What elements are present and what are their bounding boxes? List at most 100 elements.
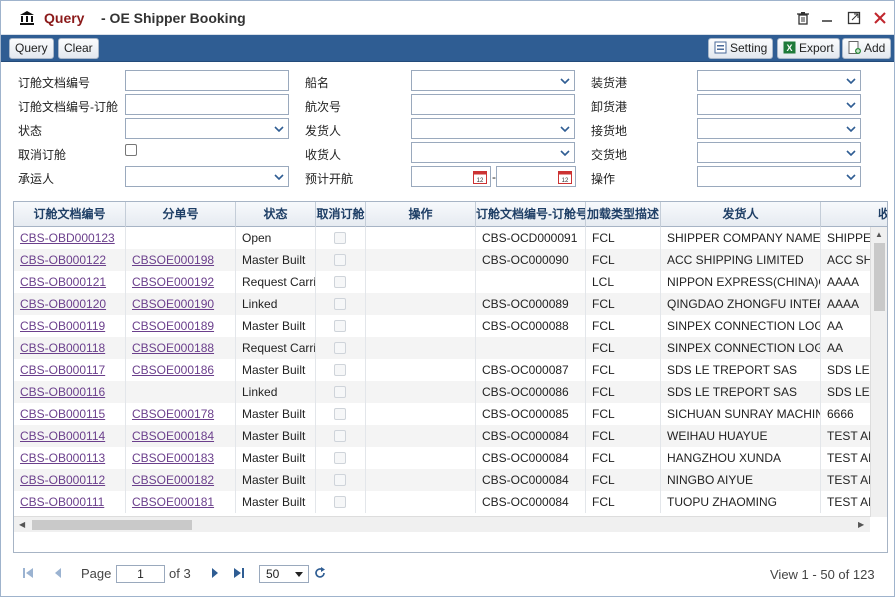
table-cell — [366, 403, 476, 425]
calendar-icon[interactable]: 12 — [558, 170, 572, 184]
scroll-thumb[interactable] — [874, 243, 885, 311]
table-row[interactable]: CBS-OB000120 CBSOE000190 Linked CBS-OC00008… — [14, 293, 887, 315]
hbl-link[interactable]: CBSOE000198 — [126, 249, 236, 271]
carrier-select[interactable] — [125, 166, 289, 187]
voyage-input[interactable] — [411, 94, 575, 115]
chevron-down-icon — [556, 143, 574, 162]
column-header[interactable]: 订舱文档编号-订舱号 — [476, 202, 586, 227]
booking-doc-link[interactable]: CBS-OB000116 — [14, 381, 126, 403]
hbl-link[interactable]: CBSOE000182 — [126, 469, 236, 491]
hbl-link[interactable]: CBSOE000190 — [126, 293, 236, 315]
hbl-link[interactable]: CBSOE000178 — [126, 403, 236, 425]
booking-doc-link[interactable]: CBS-OB000114 — [14, 425, 126, 447]
scroll-thumb[interactable] — [32, 520, 192, 530]
page-size-select[interactable]: 50 — [259, 565, 309, 583]
booking-doc-link[interactable]: CBS-OB000121 — [14, 271, 126, 293]
hbl-link[interactable]: CBSOE000186 — [126, 359, 236, 381]
column-header[interactable]: 加载类型描述 — [586, 202, 661, 227]
consignee-select[interactable] — [411, 142, 575, 163]
table-cell: Linked — [236, 293, 316, 315]
shipper-select[interactable] — [411, 118, 575, 139]
column-header[interactable]: 操作 — [366, 202, 476, 227]
query-button[interactable]: Query — [9, 38, 54, 59]
pod-select[interactable] — [697, 94, 861, 115]
scroll-left-icon[interactable]: ◀ — [19, 520, 25, 529]
column-header[interactable]: 发货人 — [661, 202, 821, 227]
calendar-icon[interactable]: 12 — [473, 170, 487, 184]
hbl-link[interactable]: CBSOE000188 — [126, 337, 236, 359]
column-header[interactable]: 分单号 — [126, 202, 236, 227]
delivery-place-select[interactable] — [697, 142, 861, 163]
booking-doc-link[interactable]: CBS-OB000117 — [14, 359, 126, 381]
operator-select[interactable] — [697, 166, 861, 187]
label-carrier: 承运人 — [18, 172, 55, 186]
chevron-down-icon — [842, 167, 860, 186]
booking-doc-no-order-input[interactable] — [125, 94, 289, 115]
hbl-link[interactable]: CBSOE000184 — [126, 425, 236, 447]
chevron-down-icon — [270, 167, 288, 186]
column-header[interactable]: 取消订舱 — [316, 202, 366, 227]
hbl-link[interactable]: CBSOE000189 — [126, 315, 236, 337]
booking-doc-link[interactable]: CBS-OB000111 — [14, 491, 126, 513]
last-page-icon[interactable] — [233, 567, 245, 582]
hbl-link[interactable]: CBSOE000183 — [126, 447, 236, 469]
booking-doc-link[interactable]: CBS-OB000120 — [14, 293, 126, 315]
scroll-right-icon[interactable]: ▶ — [858, 520, 864, 529]
cancel-booking-checkbox[interactable] — [125, 144, 137, 156]
add-button[interactable]: Add — [842, 38, 892, 59]
table-row[interactable]: CBS-OB000111 CBSOE000181 Master Built CBS-O… — [14, 491, 887, 513]
vessel-select[interactable] — [411, 70, 575, 91]
trash-icon[interactable] — [795, 10, 811, 26]
chevron-down-icon — [842, 119, 860, 138]
hbl-link[interactable]: CBSOE000181 — [126, 491, 236, 513]
booking-doc-link[interactable]: CBS-OBD000123 — [14, 227, 126, 249]
table-row[interactable]: CBS-OB000112 CBSOE000182 Master Built CBS-O… — [14, 469, 887, 491]
table-row[interactable]: CBS-OB000116 Linked CBS-OC000086 FCL SDS LE … — [14, 381, 887, 403]
status-select[interactable] — [125, 118, 289, 139]
table-row[interactable]: CBS-OB000121CBSOE000192Request Carrier LC… — [14, 271, 887, 293]
minimize-icon[interactable] — [819, 10, 835, 26]
table-cell: CBS-OC000084 — [476, 469, 586, 491]
hbl-link[interactable]: CBSOE000192 — [126, 271, 236, 293]
booking-doc-link[interactable]: CBS-OB000113 — [14, 447, 126, 469]
table-cell — [366, 227, 476, 249]
scroll-up-icon[interactable]: ▲ — [875, 230, 883, 239]
chevron-down-icon — [556, 119, 574, 138]
table-row[interactable]: CBS-OB000119 CBSOE000189 Master Built CBS-O… — [14, 315, 887, 337]
maximize-icon[interactable] — [846, 10, 862, 26]
table-row[interactable]: CBS-OB000118CBSOE000188Request Carrier FC… — [14, 337, 887, 359]
vertical-scrollbar[interactable]: ▲ — [870, 227, 887, 517]
table-row[interactable]: CBS-OB000114 CBSOE000184 Master Built CBS-O… — [14, 425, 887, 447]
setting-button[interactable]: Setting — [708, 38, 774, 59]
booking-doc-link[interactable]: CBS-OB000122 — [14, 249, 126, 271]
first-page-icon[interactable] — [22, 567, 34, 582]
booking-doc-link[interactable]: CBS-OB000119 — [14, 315, 126, 337]
table-row[interactable]: CBS-OB000113 CBSOE000183 Master Built CBS-O… — [14, 447, 887, 469]
table-cell: CBS-OCD000091 — [476, 227, 586, 249]
close-icon[interactable] — [872, 10, 888, 26]
clear-button[interactable]: Clear — [58, 38, 99, 59]
column-header[interactable]: 订舱文档编号 — [14, 202, 126, 227]
table-row[interactable]: CBS-OB000122 CBSOE000198 Master Built CBS-O… — [14, 249, 887, 271]
next-page-icon[interactable] — [209, 567, 221, 582]
column-header[interactable]: 状态 — [236, 202, 316, 227]
horizontal-scrollbar[interactable]: ◀ ▶ — [14, 516, 870, 532]
cancel-cell — [316, 381, 366, 403]
booking-doc-link[interactable]: CBS-OB000118 — [14, 337, 126, 359]
booking-doc-no-input[interactable] — [125, 70, 289, 91]
page-number-input[interactable]: 1 — [116, 565, 165, 583]
table-row[interactable]: CBS-OB000115 CBSOE000178 Master Built CBS-O… — [14, 403, 887, 425]
prev-page-icon[interactable] — [52, 567, 64, 582]
etd-from-input[interactable]: 12 — [411, 166, 491, 187]
column-header[interactable]: 收 — [821, 202, 887, 227]
pol-select[interactable] — [697, 70, 861, 91]
receipt-place-select[interactable] — [697, 118, 861, 139]
refresh-icon[interactable] — [314, 567, 326, 582]
booking-doc-link[interactable]: CBS-OB000115 — [14, 403, 126, 425]
booking-doc-link[interactable]: CBS-OB000112 — [14, 469, 126, 491]
etd-to-input[interactable]: 12 — [496, 166, 576, 187]
table-row[interactable]: CBS-OBD000123 Open CBS-OCD000091 FCL SHIPPER… — [14, 227, 887, 249]
table-cell: Master Built — [236, 491, 316, 513]
table-row[interactable]: CBS-OB000117 CBSOE000186 Master Built CBS-O… — [14, 359, 887, 381]
export-button[interactable]: X Export — [777, 38, 840, 59]
